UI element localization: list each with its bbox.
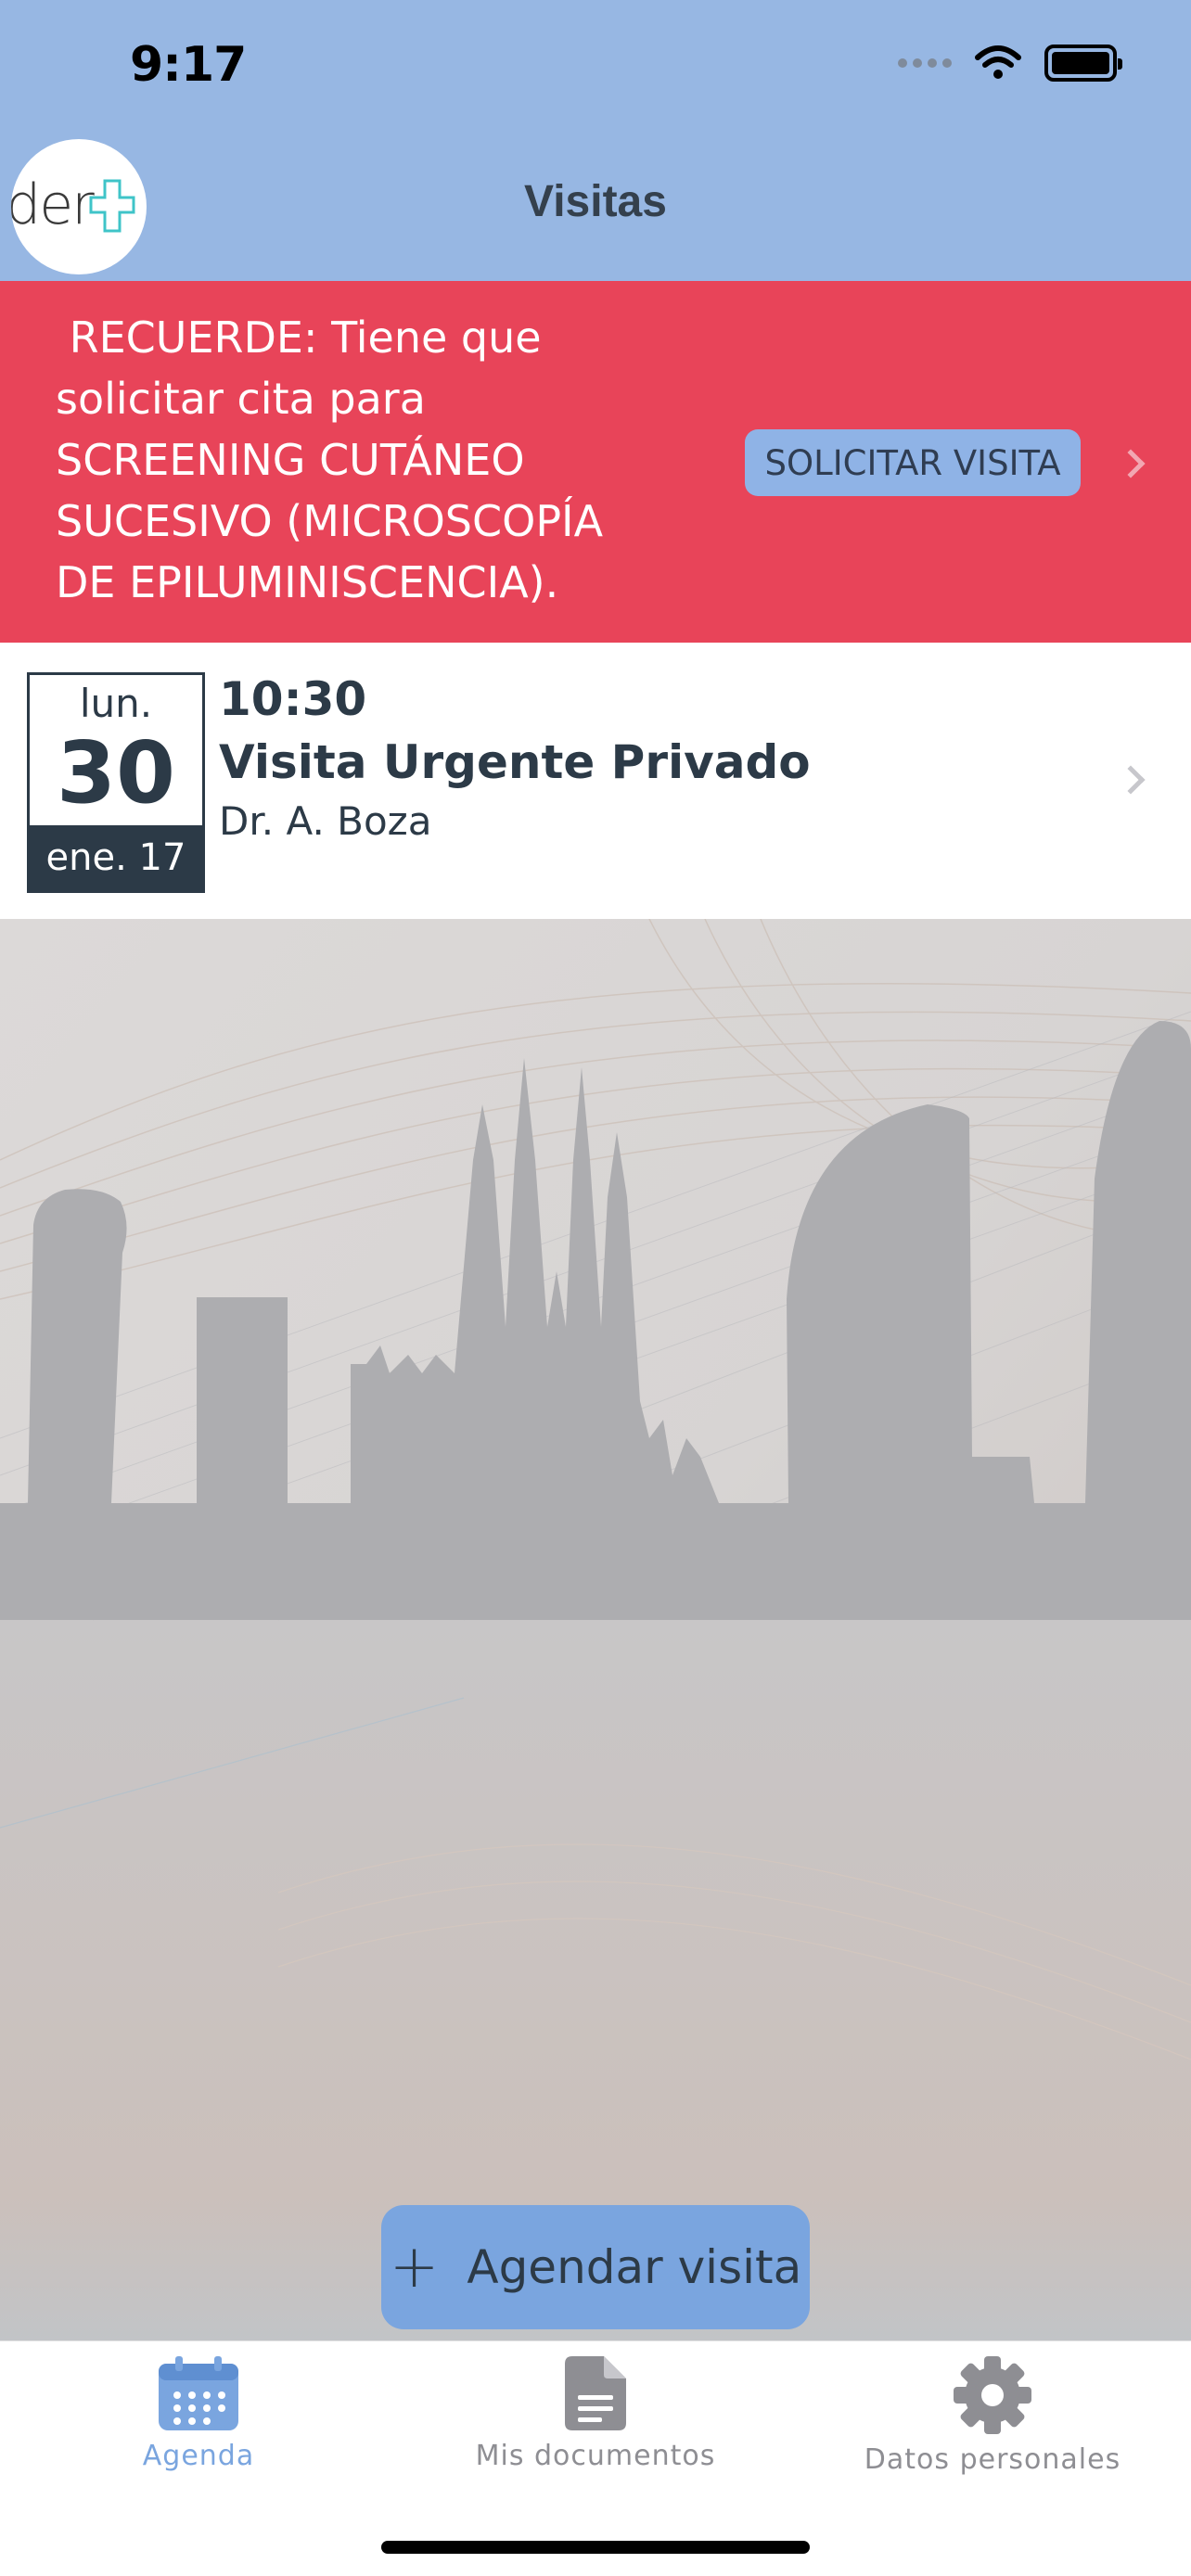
reminder-banner[interactable]: RECUERDE: Tiene que solicitar cita para … — [0, 281, 1191, 643]
plus-icon: + — [389, 2233, 440, 2302]
visit-list-item[interactable]: lun. 30 ene. 17 10:30 Visita Urgente Pri… — [0, 643, 1191, 919]
signal-icon — [898, 58, 952, 68]
chevron-right-icon — [1116, 449, 1146, 478]
date-day: 30 — [56, 723, 176, 823]
date-weekday: lun. — [79, 681, 153, 726]
tab-label: Mis documentos — [475, 2440, 716, 2472]
gear-icon — [954, 2356, 1031, 2434]
skyline-background-image — [0, 919, 1191, 2340]
home-indicator[interactable] — [381, 2541, 810, 2554]
page-title: Visitas — [524, 177, 667, 226]
tab-mis-documentos[interactable]: Mis documentos — [397, 2354, 794, 2472]
solicitar-visita-button[interactable]: SOLICITAR VISITA — [745, 429, 1081, 496]
tab-agenda[interactable]: Agenda — [0, 2354, 397, 2472]
date-badge: lun. 30 ene. 17 — [27, 672, 205, 893]
tab-label: Agenda — [142, 2440, 255, 2472]
wifi-icon — [975, 45, 1021, 79]
status-icons — [898, 45, 1122, 82]
agendar-visita-label: Agendar visita — [467, 2240, 802, 2294]
agendar-visita-button[interactable]: + Agendar visita — [381, 2205, 810, 2329]
tab-label: Datos personales — [864, 2443, 1121, 2476]
navigation-header: 9:17 der Visitas — [0, 0, 1191, 281]
visit-time: 10:30 — [219, 672, 367, 726]
chevron-right-icon — [1116, 765, 1146, 795]
visit-doctor: Dr. A. Boza — [219, 798, 432, 844]
calendar-icon — [159, 2356, 238, 2430]
reminder-text: RECUERDE: Tiene que solicitar cita para … — [56, 312, 617, 607]
document-icon — [565, 2356, 626, 2430]
battery-icon — [1044, 45, 1122, 82]
tab-datos-personales[interactable]: Datos personales — [794, 2354, 1191, 2476]
visit-type: Visita Urgente Privado — [219, 735, 811, 789]
date-month-year: ene. 17 — [30, 825, 202, 890]
status-time: 9:17 — [130, 37, 247, 93]
